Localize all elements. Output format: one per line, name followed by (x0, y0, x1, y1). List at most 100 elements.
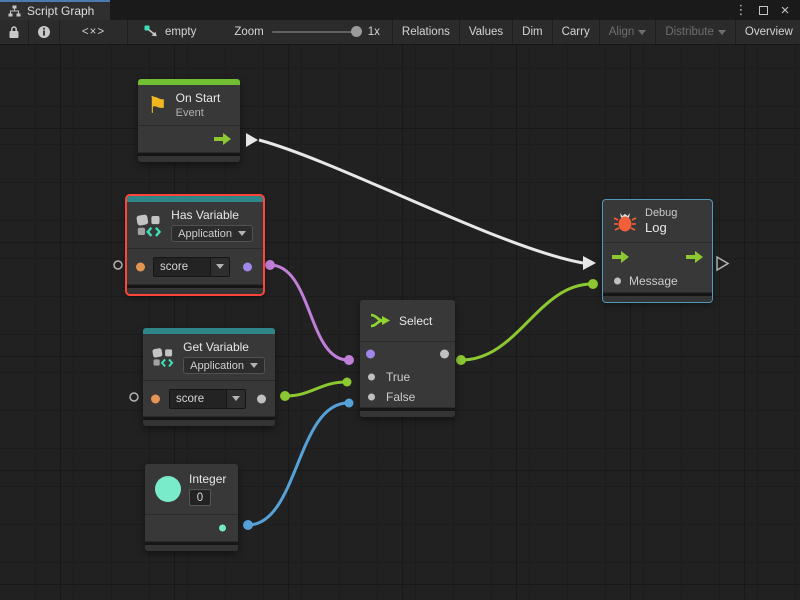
node-subtitle: Event (176, 107, 221, 119)
value-input-port[interactable] (136, 262, 145, 271)
variable-name-value[interactable]: score (153, 257, 211, 277)
integer-value-input[interactable]: 0 (189, 489, 211, 506)
wire-endpoint (343, 378, 352, 387)
wire-endpoint (344, 355, 354, 365)
unconnected-flow-triangle[interactable] (717, 257, 728, 270)
message-input-port[interactable] (614, 278, 621, 285)
wire-endpoint (243, 520, 253, 530)
unconnected-port-ring[interactable] (114, 261, 122, 269)
node-category: Debug (645, 207, 677, 219)
graph-toolbar: <×> empty Zoom 1x Relations Values Dim C… (0, 20, 800, 45)
wire-endpoint (280, 391, 290, 401)
selector-input-port[interactable] (366, 350, 375, 359)
port-label-true: True (386, 370, 410, 384)
selection-output-port[interactable] (440, 350, 449, 359)
zoom-slider[interactable] (272, 31, 360, 33)
zoom-slider-handle[interactable] (351, 26, 362, 37)
node-has-variable[interactable]: Has Variable Application score (127, 196, 263, 294)
value-input-port[interactable] (151, 394, 160, 403)
unconnected-port-ring[interactable] (130, 393, 138, 401)
true-input-port[interactable] (368, 373, 375, 380)
port-label-message: Message (629, 274, 678, 288)
lock-button[interactable] (0, 20, 29, 44)
pointer-status-label: empty (165, 26, 196, 38)
distribute-button[interactable]: Distribute (656, 20, 736, 44)
script-graph-window: Script Graph ⋮ × <×> (0, 0, 800, 600)
node-title: Select (399, 314, 432, 328)
tab-title: Script Graph (27, 4, 94, 18)
value-output-port[interactable] (257, 394, 266, 403)
wire-getvariable-select-true (285, 382, 346, 396)
variable-name-value[interactable]: score (169, 389, 227, 409)
node-title: Has Variable (171, 208, 253, 222)
scope-label: Application (178, 228, 232, 240)
wire-endpoint (345, 399, 354, 408)
maximize-box (759, 6, 768, 15)
node-footer (138, 153, 240, 162)
node-footer (603, 293, 712, 302)
zoom-label: Zoom (234, 26, 263, 38)
chevron-down-icon (718, 30, 726, 35)
maximize-icon[interactable] (754, 1, 772, 19)
wire-hasvariable-select (270, 265, 348, 360)
variable-scope-dropdown[interactable]: Application (183, 357, 265, 374)
node-title: Integer (189, 472, 226, 486)
flow-start-triangle (246, 133, 258, 147)
flow-input-port[interactable] (612, 251, 629, 263)
node-footer (127, 285, 263, 294)
tab-script-graph[interactable]: Script Graph (0, 0, 110, 20)
variables-icon (136, 213, 163, 238)
integer-icon (155, 476, 181, 502)
node-footer (143, 417, 275, 426)
lock-icon (8, 25, 20, 39)
variables-icon (152, 345, 175, 370)
menu-icon[interactable]: ⋮ (732, 1, 750, 19)
node-on-start[interactable]: ⚑ On Start Event (138, 79, 240, 162)
chevron-down-icon (250, 363, 258, 368)
align-button[interactable]: Align (600, 20, 657, 44)
chevron-down-icon (238, 231, 246, 236)
variable-scope-dropdown[interactable]: Application (171, 225, 253, 242)
button-label: Align (609, 26, 635, 38)
close-icon[interactable]: × (776, 1, 794, 19)
chevron-down-icon[interactable] (227, 389, 246, 409)
button-label: Values (469, 26, 503, 38)
carry-button[interactable]: Carry (553, 20, 600, 44)
flow-output-port[interactable] (214, 133, 231, 145)
node-title: Log (645, 220, 677, 235)
node-integer[interactable]: Integer 0 (145, 464, 238, 551)
wire-endpoint (456, 355, 466, 365)
window-controls: ⋮ × (732, 0, 800, 20)
relations-button[interactable]: Relations (393, 20, 460, 44)
node-title: On Start (176, 91, 221, 105)
wire-flow-onstart-debuglog (259, 140, 583, 263)
node-debug-log[interactable]: Debug Log Message (603, 200, 712, 302)
value-output-port[interactable] (243, 262, 252, 271)
node-footer (360, 408, 455, 417)
variable-name-dropdown[interactable]: score (153, 257, 230, 277)
button-label: Overview (745, 26, 793, 38)
values-button[interactable]: Values (460, 20, 513, 44)
value-output-port[interactable] (219, 525, 226, 532)
zoom-control: Zoom 1x (206, 20, 392, 44)
button-label: Carry (562, 26, 590, 38)
overview-button[interactable]: Overview (736, 20, 800, 44)
node-select[interactable]: Select True False (360, 300, 455, 417)
flag-icon: ⚑ (147, 94, 168, 117)
button-label: Relations (402, 26, 450, 38)
false-input-port[interactable] (368, 394, 375, 401)
wire-endpoint (588, 279, 598, 289)
graph-canvas[interactable]: ⚑ On Start Event (0, 45, 800, 600)
dim-button[interactable]: Dim (513, 20, 552, 44)
flow-output-port[interactable] (686, 251, 703, 263)
select-icon (370, 312, 391, 329)
flow-arrowhead (583, 256, 596, 270)
inspect-button[interactable] (29, 20, 60, 44)
chevron-down-icon[interactable] (211, 257, 230, 277)
node-get-variable[interactable]: Get Variable Application score (143, 328, 275, 426)
variable-name-dropdown[interactable]: score (169, 389, 246, 409)
code-preview-button[interactable]: <×> (60, 20, 128, 44)
bug-icon (613, 209, 637, 233)
scope-label: Application (190, 360, 244, 372)
code-toggle-label: <×> (82, 26, 105, 38)
